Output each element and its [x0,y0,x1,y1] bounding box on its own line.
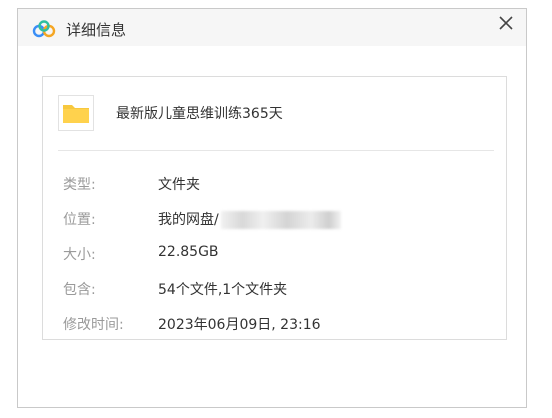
contains-value: 54个文件,1个文件夹 [158,282,288,298]
modified-label: 修改时间: [63,317,124,333]
size-value: 22.85GB [158,244,219,260]
file-name: 最新版儿童思维训练365天 [116,106,283,122]
redacted-path [220,211,341,229]
location-value[interactable]: 我的网盘/ [158,212,219,228]
details-panel: 最新版儿童思维训练365天 类型: 文件夹 位置: 我的网盘/ 大小: 22.8… [42,76,507,340]
size-label: 大小: [63,247,96,263]
close-icon[interactable] [494,11,518,35]
location-value-wrap: 我的网盘/ [158,209,341,229]
folder-icon [58,95,94,131]
divider [58,150,494,151]
cloud-logo-icon [32,20,56,38]
details-dialog: 详细信息 最新版儿童思维训练365天 类型: 文件夹 位置: 我的网盘/ 大小:… [17,8,527,408]
type-label: 类型: [63,177,96,193]
contains-label: 包含: [63,282,96,298]
location-label: 位置: [63,212,96,228]
type-value: 文件夹 [158,177,200,193]
modified-value: 2023年06月09日, 23:16 [158,317,321,333]
title-bar: 详细信息 [18,9,526,46]
dialog-title: 详细信息 [66,21,127,39]
